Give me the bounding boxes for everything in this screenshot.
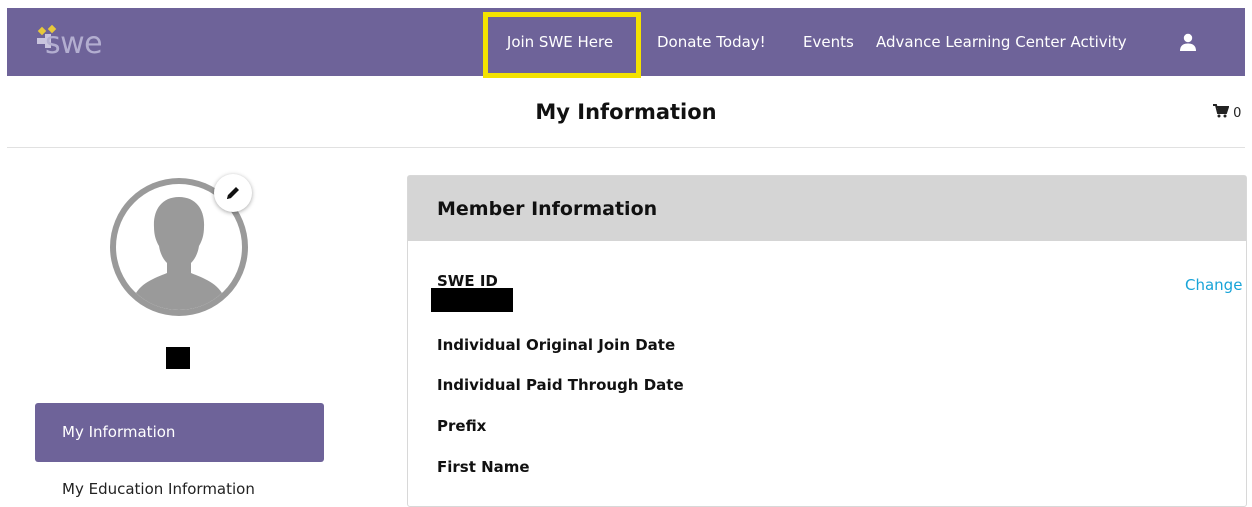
field-original-join-date-label: Individual Original Join Date [437, 336, 676, 354]
cart[interactable]: 0 [1213, 104, 1241, 121]
shopping-cart-icon [1213, 104, 1230, 118]
user-account-icon[interactable] [1178, 32, 1198, 52]
swe-id-value-redacted [431, 288, 513, 312]
member-information-card: Member Information SWE ID Change Individ… [407, 175, 1247, 507]
sidebar-item-my-information[interactable]: My Information [35, 403, 324, 462]
page-title: My Information [535, 100, 717, 124]
cart-count: 0 [1233, 106, 1242, 121]
change-link[interactable]: Change [1185, 276, 1242, 294]
profile-name-redacted [166, 347, 190, 369]
field-prefix-label: Prefix [437, 417, 487, 435]
nav-events[interactable]: Events [803, 8, 854, 76]
card-header: Member Information [408, 176, 1246, 241]
logo-text: swe [45, 26, 103, 61]
field-paid-through-date-label: Individual Paid Through Date [437, 376, 684, 394]
swe-logo[interactable]: swe [35, 22, 103, 62]
sidebar-item-label: My Information [62, 423, 176, 441]
sidebar-item-my-education-information[interactable]: My Education Information [62, 480, 255, 498]
card-title: Member Information [437, 198, 658, 220]
edit-avatar-button[interactable] [214, 174, 252, 212]
pencil-icon [227, 187, 239, 199]
field-first-name-label: First Name [437, 458, 530, 476]
header-divider [7, 147, 1245, 148]
top-navbar: swe Join SWE Here Donate Today! Events A… [7, 8, 1245, 78]
nav-join-swe[interactable]: Join SWE Here [485, 8, 635, 76]
nav-advance-learning-center[interactable]: Advance Learning Center Activity [876, 8, 1127, 76]
nav-donate[interactable]: Donate Today! [657, 8, 766, 76]
